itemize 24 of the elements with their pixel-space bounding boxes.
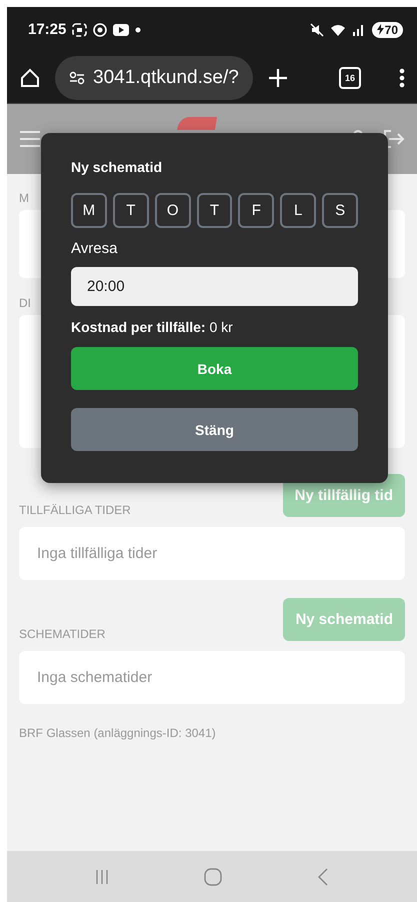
section-label: DI bbox=[19, 296, 32, 310]
empty-message: Inga tillfälliga tider bbox=[19, 527, 405, 580]
weekday-toggle[interactable]: F bbox=[238, 193, 274, 228]
facility-info: BRF Glassen (anläggnings-ID: 3041) bbox=[19, 726, 217, 740]
address-bar[interactable]: 3041.qtkund.se/? bbox=[55, 56, 253, 100]
weekday-toggle[interactable]: L bbox=[280, 193, 316, 228]
section-heading: TILLFÄLLIGA TIDER bbox=[19, 503, 131, 517]
url-text[interactable]: 3041.qtkund.se/? bbox=[93, 66, 239, 88]
weekday-toggle[interactable]: O bbox=[154, 193, 191, 228]
section-label: M bbox=[19, 191, 30, 205]
weekday-toggle[interactable]: T bbox=[112, 193, 149, 228]
weekday-toggle[interactable]: T bbox=[196, 193, 232, 228]
section-heading: SCHEMATIDER bbox=[19, 627, 106, 641]
empty-message: Inga schematider bbox=[19, 651, 405, 704]
weekday-toggle[interactable]: M bbox=[71, 193, 107, 228]
cost-text: Kostnad per tillfälle: 0 kr bbox=[71, 319, 234, 335]
field-label: Avresa bbox=[71, 240, 118, 257]
dialog-title: Ny schematid bbox=[71, 159, 164, 175]
status-time: 17:25 bbox=[28, 21, 66, 38]
weekday-toggle[interactable]: S bbox=[322, 193, 358, 228]
departure-time-field[interactable]: 20:00 bbox=[71, 267, 358, 306]
close-button[interactable]: Stäng bbox=[71, 408, 358, 451]
battery-indicator: 70 bbox=[372, 22, 403, 38]
tab-count-button[interactable]: 16 bbox=[339, 66, 361, 88]
